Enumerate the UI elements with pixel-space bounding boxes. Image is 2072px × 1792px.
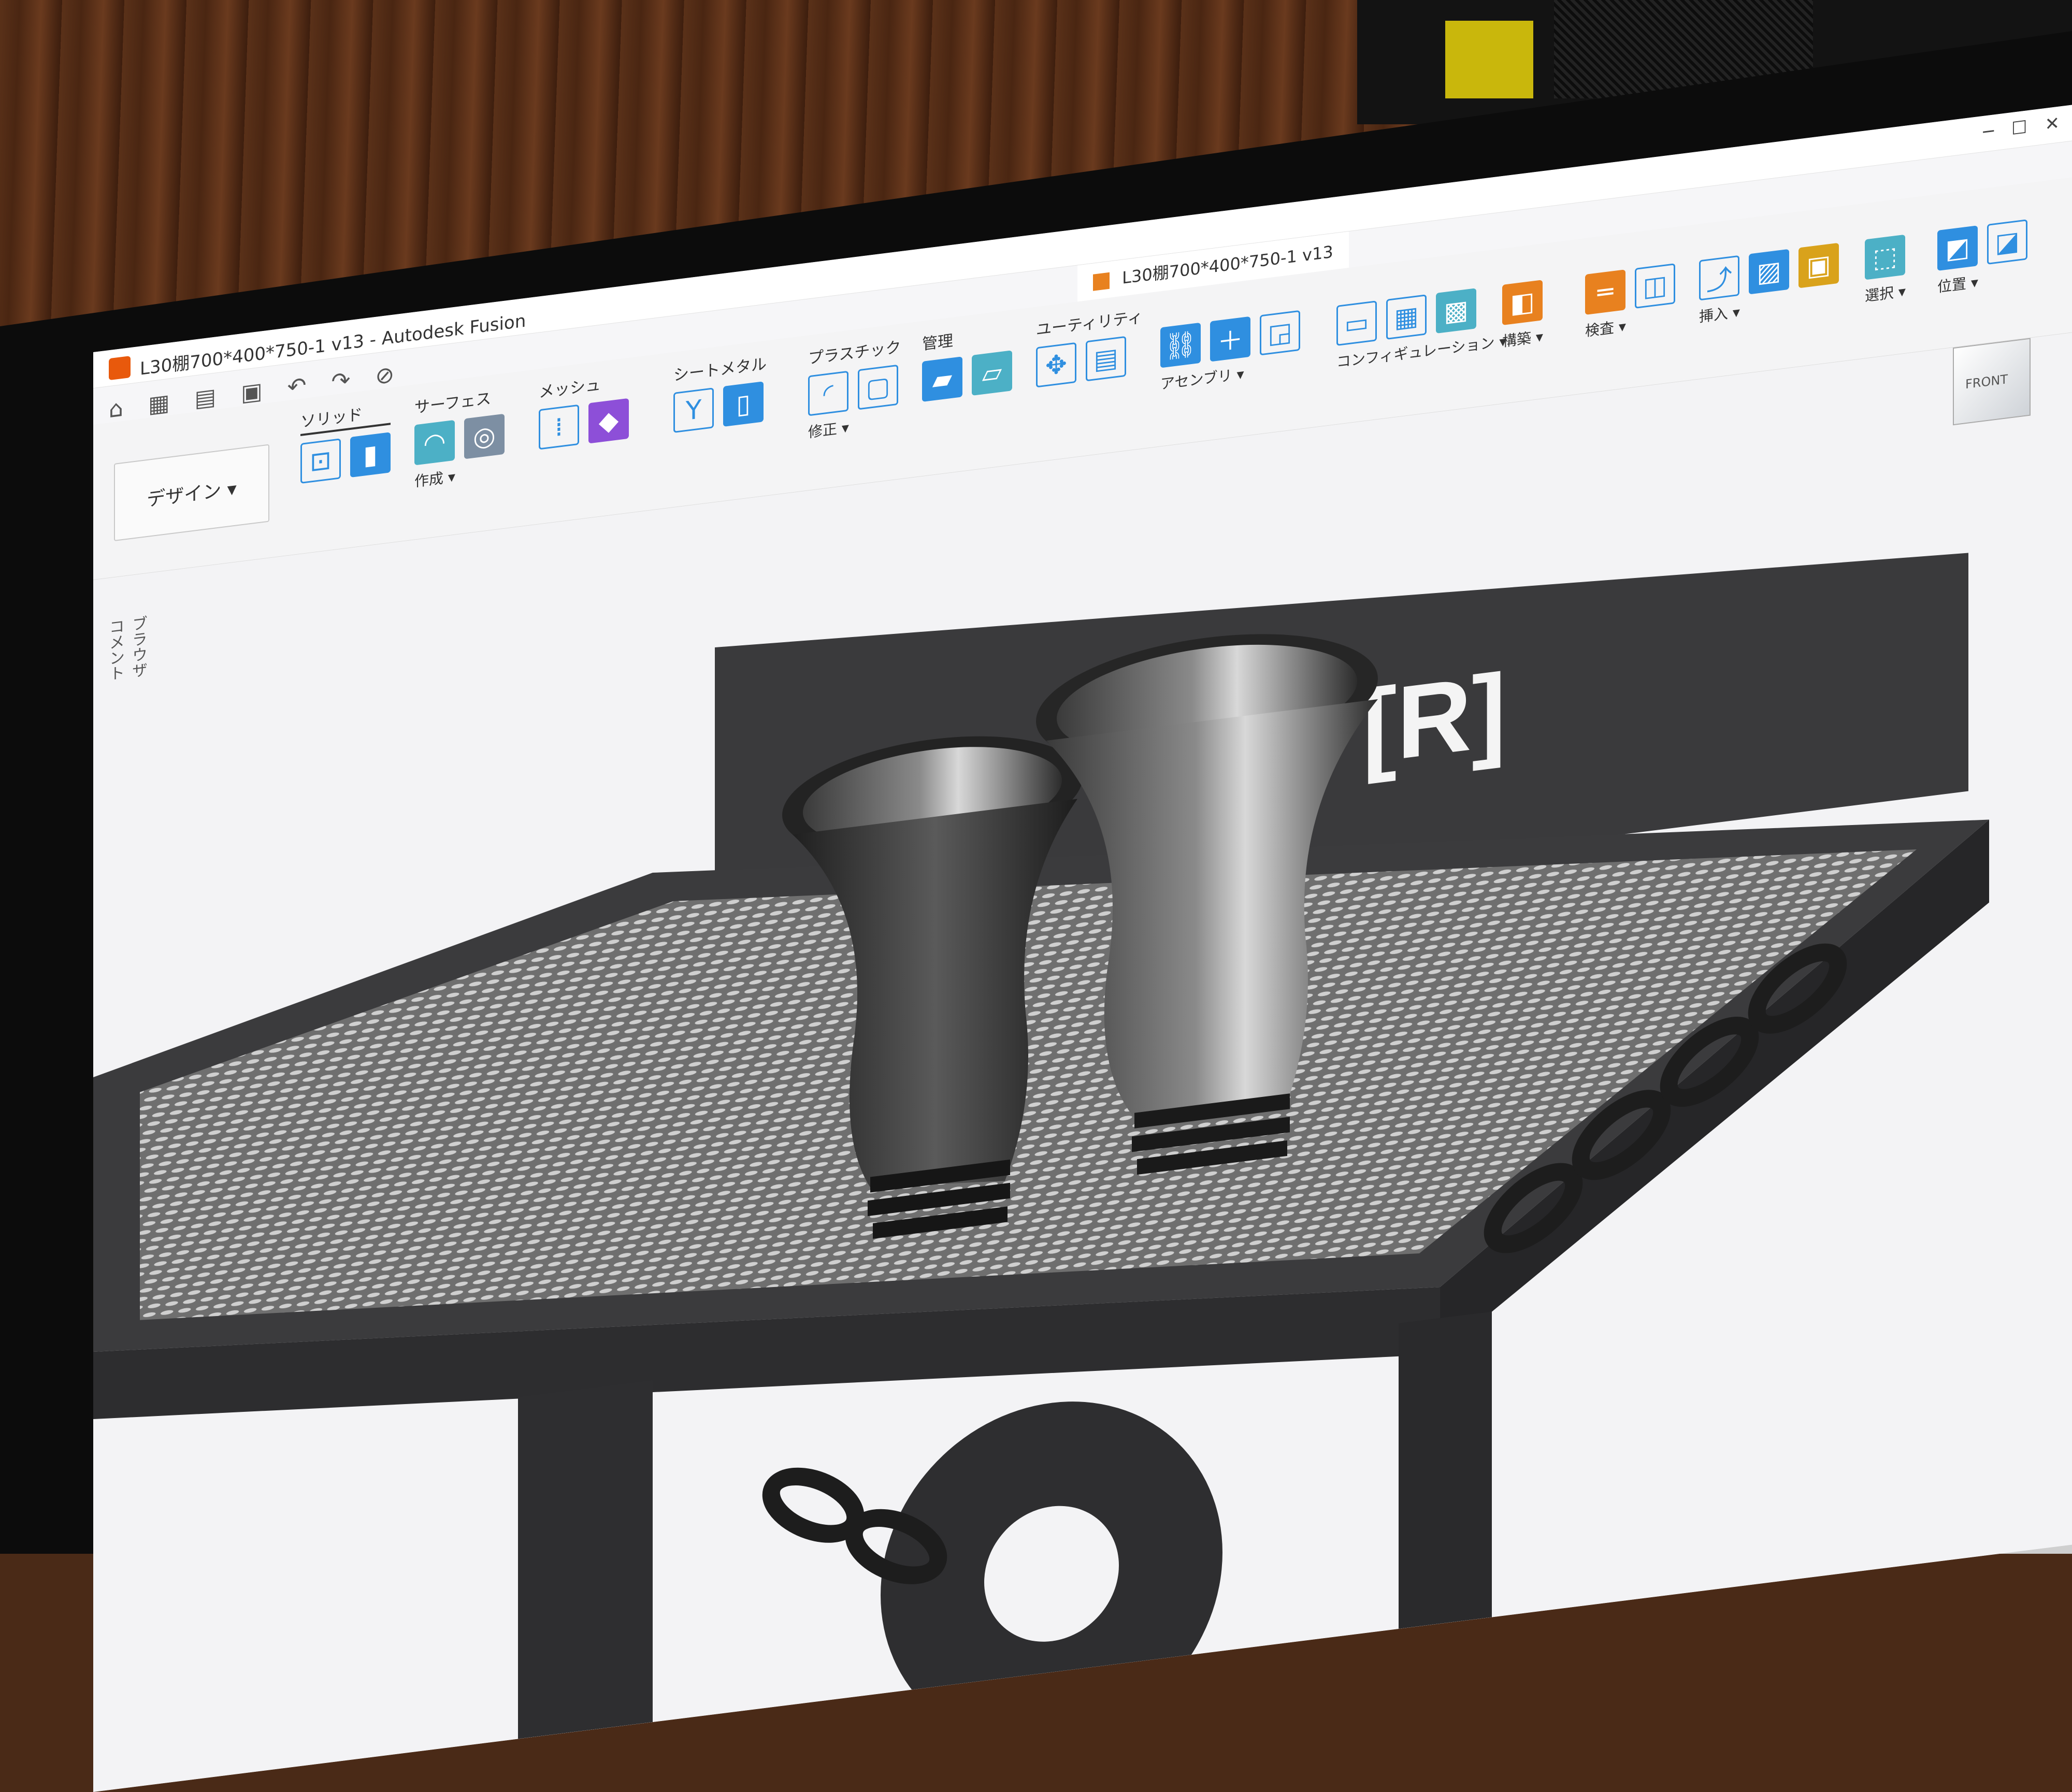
revolve-icon[interactable]: ◠ [414, 420, 455, 466]
group-plastic: プラスチック ◜ ▢ 修正 ▾ [808, 334, 901, 442]
model-scene: [R] [93, 330, 2072, 1792]
comments-panel-tab[interactable]: コメント [104, 617, 126, 683]
capture-position-icon[interactable]: ◩ [1937, 225, 1978, 271]
fusion-app-icon [109, 356, 131, 380]
branch-icon[interactable]: Y [673, 387, 714, 433]
group-modify-label[interactable]: 修正 ▾ [808, 410, 901, 442]
group-insert: ⤴ ▨ ▣ 挿入 ▾ [1699, 243, 1839, 327]
group-assemble: ⛓ ＋ ◲ アセンブリ ▾ [1160, 310, 1300, 394]
group-utility: ユーティリティ ✥ ▤ [1036, 304, 1143, 388]
group-surface: サーフェス ◠ ◎ 作成 ▾ [414, 384, 505, 492]
tab-plastic[interactable]: プラスチック [808, 334, 901, 368]
tab-utility[interactable]: ユーティリティ [1036, 304, 1143, 340]
group-select-label[interactable]: 選択 ▾ [1865, 280, 1906, 306]
window-controls[interactable]: ─☐✕ [1983, 110, 2072, 143]
group-solid: ソリッド ⊡ ▮ [300, 398, 391, 484]
tower-sticker [1445, 21, 1533, 98]
table-icon[interactable]: ▦ [1386, 294, 1427, 340]
measure-icon[interactable]: ═ [1585, 269, 1625, 315]
group-construct: ◧ 構築 ▾ [1502, 280, 1543, 351]
configure-icon[interactable]: ▭ [1336, 300, 1377, 346]
group-position: ◩ ◪ 位置 ▾ [1937, 219, 2027, 297]
front-leg [518, 1380, 653, 1739]
tab-surface[interactable]: サーフェス [414, 384, 505, 418]
tab-manage[interactable]: 管理 [922, 320, 1012, 354]
hole-icon[interactable]: ◎ [464, 414, 505, 459]
workspace-selector[interactable]: デザイン ▾ [114, 444, 269, 542]
side-panel: ブラウザ コメント [104, 615, 149, 786]
theme-icon[interactable]: ▩ [1436, 288, 1476, 334]
extrude-icon[interactable]: ▮ [350, 432, 391, 478]
3d-viewport[interactable]: [R] [93, 330, 2072, 1792]
monitor-screen: L30棚700*400*750-1 v13 - Autodesk Fusion … [93, 103, 2072, 1792]
group-mesh: メッシュ ⁞ ◆ [539, 368, 629, 450]
browser-panel-tab[interactable]: ブラウザ [126, 615, 149, 680]
form-icon[interactable]: ◆ [588, 398, 629, 444]
shell-icon[interactable]: ▢ [858, 365, 898, 410]
back-plate-logo: [R] [1362, 652, 1506, 786]
joint-icon[interactable]: ⛓ [1160, 323, 1201, 368]
combine-icon[interactable]: ▰ [922, 356, 962, 402]
view-cube-face-label: FRONT [1965, 372, 2008, 392]
rigid-group-icon[interactable]: ◲ [1260, 310, 1300, 356]
save-icon[interactable]: ▣ [241, 378, 263, 407]
create-sketch-icon[interactable]: ⊡ [300, 438, 341, 484]
document-cube-icon [1093, 272, 1110, 291]
undo-icon[interactable]: ↶ [287, 372, 307, 401]
new-component-icon[interactable]: ＋ [1210, 316, 1250, 362]
move-icon[interactable]: ✥ [1036, 342, 1076, 388]
section-icon[interactable]: ◫ [1635, 263, 1675, 309]
insert-canvas-icon[interactable]: ▨ [1749, 249, 1789, 295]
group-create-label[interactable]: 作成 ▾ [414, 459, 505, 492]
insert-mcmaster-icon[interactable]: ▣ [1798, 243, 1839, 288]
home-icon[interactable]: ⌂ [109, 395, 123, 423]
split-icon[interactable]: ▱ [972, 350, 1012, 396]
view-cube[interactable]: FRONT [1953, 338, 2031, 426]
group-configure: ▭ ▦ ▩ コンフィギュレーション ▾ [1336, 284, 1506, 372]
offset-plane-icon[interactable]: ◧ [1502, 280, 1543, 325]
group-inspect: ═ ◫ 検査 ▾ [1585, 263, 1675, 341]
group-manage: 管理 ▰ ▱ [922, 320, 1012, 402]
grid-menu-icon[interactable]: ▦ [148, 389, 170, 418]
tab-sheet-metal[interactable]: シートメタル [673, 351, 767, 386]
file-menu-icon[interactable]: ▤ [195, 383, 217, 412]
pattern-icon[interactable]: ⁞ [539, 404, 579, 450]
press-pull-icon[interactable]: ▯ [723, 381, 764, 427]
group-position-label[interactable]: 位置 ▾ [1937, 265, 2027, 297]
insert-derive-icon[interactable]: ⤴ [1699, 255, 1739, 301]
select-icon[interactable]: ⬚ [1865, 235, 1905, 280]
tab-solid[interactable]: ソリッド [300, 398, 391, 436]
group-construct-label[interactable]: 構築 ▾ [1502, 325, 1543, 351]
redo-icon[interactable]: ↷ [332, 367, 351, 396]
tab-mesh[interactable]: メッシュ [539, 368, 629, 402]
group-inspect-label[interactable]: 検査 ▾ [1585, 309, 1675, 341]
group-sheet-metal: シートメタル Y ▯ [673, 351, 767, 433]
workspace-label: デザイン ▾ [147, 473, 237, 512]
corner-leg [1399, 1312, 1492, 1629]
group-select: ⬚ 選択 ▾ [1865, 235, 1906, 306]
link-icon[interactable]: ⊘ [375, 361, 394, 390]
parameters-icon[interactable]: ▤ [1086, 336, 1126, 382]
revert-position-icon[interactable]: ◪ [1987, 219, 2027, 265]
fillet-icon[interactable]: ◜ [808, 371, 848, 416]
